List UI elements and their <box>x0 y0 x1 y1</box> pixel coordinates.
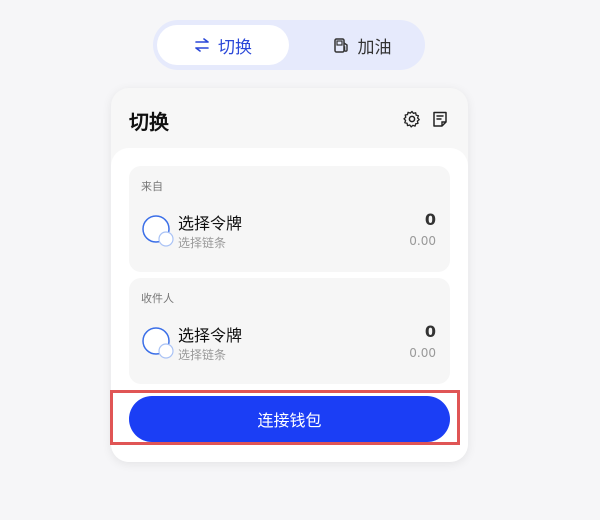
tab-swap-label: 切换 <box>218 37 252 58</box>
to-panel: 收件人 选择令牌 选择链条 0 0.00 <box>129 278 450 384</box>
document-icon[interactable] <box>431 110 449 128</box>
to-token-selector[interactable]: 选择令牌 选择链条 <box>141 316 281 366</box>
tab-swap[interactable]: 切换 <box>157 25 289 65</box>
from-token-name: 选择令牌 <box>178 214 243 233</box>
fuel-pump-icon <box>333 37 350 54</box>
token-placeholder-icon <box>141 326 175 360</box>
from-token-selector[interactable]: 选择令牌 选择链条 <box>141 204 281 254</box>
connect-wallet-button[interactable]: 连接钱包 <box>129 396 450 442</box>
from-amount[interactable]: 0 <box>425 210 436 229</box>
token-placeholder-icon <box>141 214 175 248</box>
gear-icon[interactable] <box>403 110 421 128</box>
from-panel: 来自 选择令牌 选择链条 0 0.00 <box>129 166 450 272</box>
to-token-name: 选择令牌 <box>178 326 243 345</box>
swap-arrows-icon <box>194 38 210 52</box>
to-label: 收件人 <box>141 292 174 305</box>
top-nav: 切换 加油 <box>153 20 425 70</box>
from-label: 来自 <box>141 180 163 193</box>
tab-refuel[interactable]: 加油 <box>303 25 421 65</box>
to-usd-value: 0.00 <box>409 346 436 360</box>
card-title: 切换 <box>129 110 169 134</box>
to-chain-name: 选择链条 <box>178 348 227 362</box>
from-chain-name: 选择链条 <box>178 236 227 250</box>
from-usd-value: 0.00 <box>409 234 436 248</box>
to-amount[interactable]: 0 <box>425 322 436 341</box>
tab-refuel-label: 加油 <box>357 37 392 58</box>
